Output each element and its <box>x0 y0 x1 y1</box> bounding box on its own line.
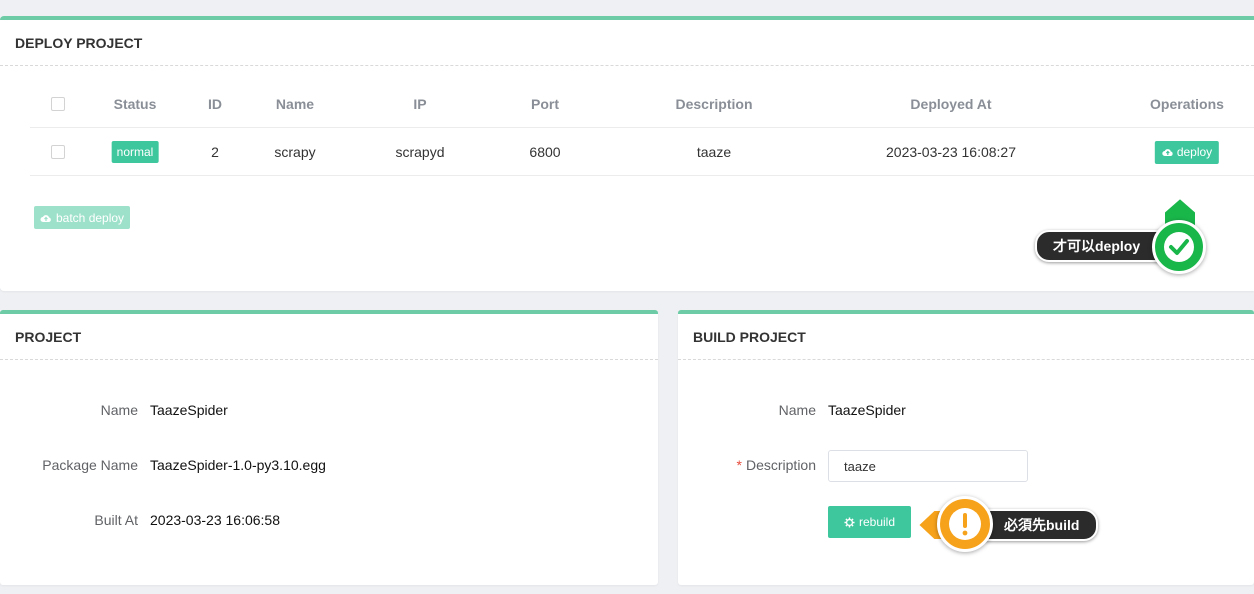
row-port: 6800 <box>529 144 561 160</box>
cloud-upload-icon <box>40 214 51 222</box>
column-header-deployed-at: Deployed At <box>910 96 992 112</box>
column-header-operations: Operations <box>1150 96 1224 112</box>
build-name-value: TaazeSpider <box>828 402 906 418</box>
built-at-label: Built At <box>94 512 138 528</box>
description-input[interactable] <box>828 450 1028 482</box>
deploy-table: Status ID Name IP Port Description Deplo… <box>30 80 1254 176</box>
package-name-label: Package Name <box>42 457 138 473</box>
column-header-id: ID <box>208 96 222 112</box>
check-icon <box>1152 220 1206 274</box>
row-id: 2 <box>211 144 219 160</box>
deploy-button[interactable]: deploy <box>1154 140 1220 164</box>
project-name-value: TaazeSpider <box>150 402 228 418</box>
table-row: normal 2 scrapy scrapyd 6800 taaze 2023-… <box>30 128 1254 176</box>
exclamation-icon <box>937 496 993 552</box>
column-header-name: Name <box>275 96 315 112</box>
build-name-label: Name <box>778 402 816 418</box>
description-label: * Description <box>737 457 816 473</box>
select-all-checkbox[interactable] <box>51 80 65 128</box>
row-checkbox[interactable] <box>51 128 65 176</box>
column-header-ip: IP <box>413 96 427 112</box>
description-label-text: Description <box>745 457 816 473</box>
built-at-value: 2023-03-23 16:06:58 <box>150 512 280 528</box>
column-header-description: Description <box>675 96 753 112</box>
cloud-upload-icon <box>1162 149 1173 156</box>
row-deployed-at: 2023-03-23 16:08:27 <box>886 144 1016 160</box>
build-project-title: BUILD PROJECT <box>678 314 1254 360</box>
deploy-button-label: deploy <box>1176 145 1213 159</box>
package-name-value: TaazeSpider-1.0-py3.10.egg <box>150 457 326 473</box>
row-ip: scrapyd <box>395 144 445 160</box>
column-header-status: Status <box>113 96 157 112</box>
deploy-project-title: DEPLOY PROJECT <box>0 20 1254 66</box>
project-title: PROJECT <box>0 314 658 360</box>
deploy-callout-text: 才可以deploy <box>1053 238 1141 254</box>
rebuild-label: rebuild <box>858 515 896 529</box>
project-panel: PROJECT <box>0 310 658 585</box>
project-name-label: Name <box>100 402 138 418</box>
rebuild-button[interactable]: rebuild <box>828 506 911 538</box>
build-callout-text: 必須先build <box>1004 517 1080 533</box>
batch-deploy-button[interactable]: batch deploy <box>34 206 131 229</box>
column-header-port: Port <box>531 96 559 112</box>
gear-icon <box>844 516 855 528</box>
row-name: scrapy <box>274 144 316 160</box>
table-header-row: Status ID Name IP Port Description Deplo… <box>30 80 1254 128</box>
status-badge: normal <box>111 141 159 163</box>
batch-deploy-label: batch deploy <box>56 210 125 225</box>
row-description: taaze <box>696 144 732 160</box>
required-mark: * <box>736 457 742 473</box>
